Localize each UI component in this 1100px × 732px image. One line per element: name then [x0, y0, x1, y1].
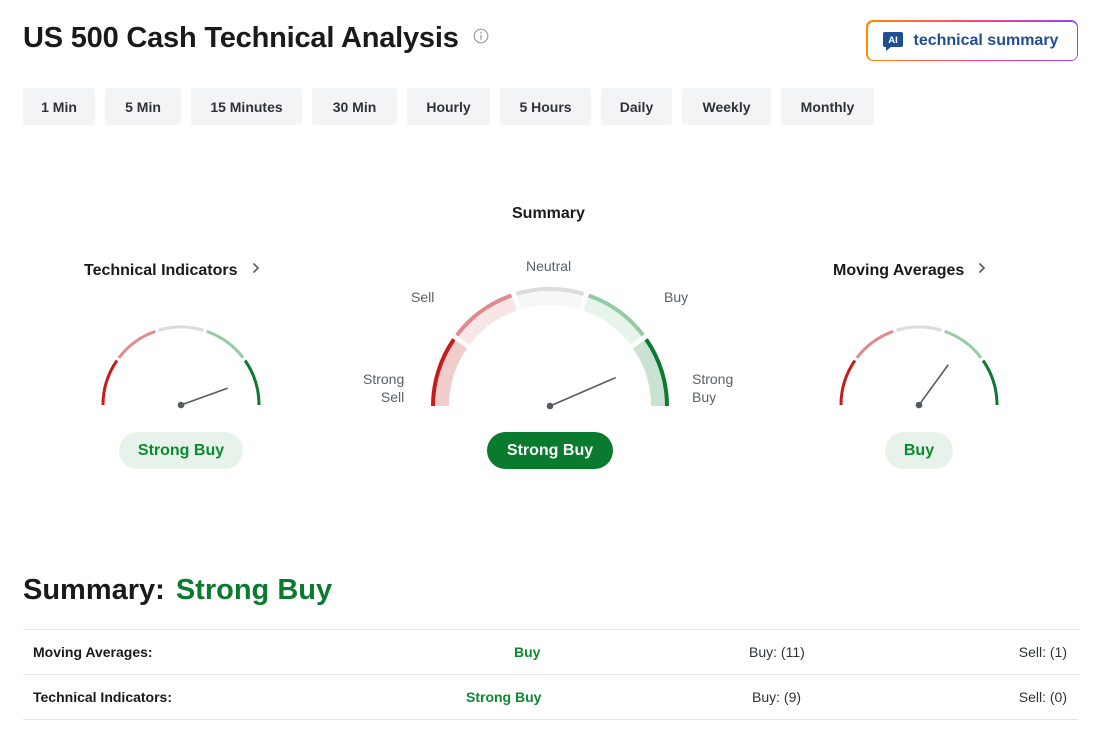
tab-hourly[interactable]: Hourly	[407, 88, 490, 125]
table-row: Moving Averages: Buy Buy: (11) Sell: (1)	[23, 630, 1078, 675]
ai-technical-summary-button[interactable]: AI technical summary	[866, 20, 1078, 61]
summary-gauge-title: Summary	[512, 205, 585, 222]
gauge-segment-fill-neutral	[516, 289, 584, 310]
gauge-segment-neutral	[896, 325, 942, 332]
gauge-segment-buy	[944, 329, 983, 359]
tab-daily[interactable]: Daily	[601, 88, 672, 125]
summary-table: Moving Averages: Buy Buy: (11) Sell: (1)…	[23, 629, 1078, 720]
gauge-needle-pivot	[546, 402, 554, 410]
summary-result-badge: Strong Buy	[487, 432, 613, 469]
moving-averages-title-text: Moving Averages	[833, 262, 965, 279]
row-buy-count: Buy: (9)	[752, 689, 802, 705]
tab-weekly[interactable]: Weekly	[682, 88, 771, 125]
gauge-segment-strong-sell	[839, 359, 857, 406]
gauge-label-neutral: Neutral	[526, 258, 572, 274]
tab-5-min[interactable]: 5 Min	[105, 88, 181, 125]
tab-1-min[interactable]: 1 Min	[23, 88, 95, 125]
technical-indicators-title-text: Technical Indicators	[84, 262, 238, 279]
tab-monthly[interactable]: Monthly	[781, 88, 874, 125]
tab-15-minutes[interactable]: 15 Minutes	[191, 88, 302, 125]
technical-indicators-title[interactable]: Technical Indicators	[84, 262, 260, 280]
gauge-segment-strong-buy	[981, 359, 999, 406]
tab-30-min[interactable]: 30 Min	[312, 88, 397, 125]
row-sell-count: Sell: (0)	[1018, 689, 1067, 705]
row-name: Moving Averages:	[33, 644, 153, 660]
gauge-needle-pivot	[177, 401, 185, 409]
gauge-segment-neutral	[158, 325, 204, 332]
gauge-segment-sell	[117, 329, 156, 359]
row-name: Technical Indicators:	[33, 689, 172, 705]
header: US 500 Cash Technical Analysis AI techni…	[23, 20, 1078, 62]
gauge-segment-buy	[206, 329, 245, 359]
gauge-needle	[549, 377, 616, 407]
info-icon[interactable]	[473, 28, 489, 44]
page-title: US 500 Cash Technical Analysis	[23, 22, 459, 54]
technical-indicators-gauge	[101, 325, 261, 409]
tab-5-hours[interactable]: 5 Hours	[500, 88, 591, 125]
gauge-segment-strong-sell	[101, 359, 119, 406]
row-sell-count: Sell: (1)	[1018, 644, 1067, 660]
ai-badge-text: AI	[888, 35, 898, 46]
ai-chat-icon: AI	[882, 31, 903, 51]
chevron-right-icon	[979, 262, 986, 274]
gauge-label-strong-sell: Strong Sell	[363, 371, 405, 405]
summary-heading-label: Summary:	[23, 574, 165, 606]
row-status: Buy	[514, 644, 541, 660]
gauge-needle	[918, 364, 949, 406]
summary-heading-value: Strong Buy	[175, 574, 333, 606]
gauge-needle	[180, 387, 228, 406]
summary-gauge	[431, 286, 669, 410]
timeframe-tabs: 1 Min 5 Min 15 Minutes 30 Min Hourly 5 H…	[23, 88, 884, 125]
row-status: Strong Buy	[466, 689, 542, 705]
row-buy-count: Buy: (11)	[749, 644, 805, 660]
summary-heading: Summary: Strong Buy	[23, 574, 332, 607]
chevron-right-icon	[252, 262, 259, 274]
moving-averages-result-badge: Buy	[885, 432, 953, 469]
gauge-label-strong-buy: Strong Buy	[692, 371, 734, 405]
gauge-segment-strong-buy	[243, 359, 261, 406]
gauge-segment-sell	[855, 329, 894, 359]
moving-averages-gauge	[839, 325, 999, 409]
ai-button-label: technical summary	[913, 31, 1059, 49]
technical-indicators-result-badge: Strong Buy	[119, 432, 243, 469]
gauges-section: Technical Indicators Strong Buy Summary …	[0, 190, 1100, 480]
moving-averages-title[interactable]: Moving Averages	[833, 262, 986, 280]
table-row: Technical Indicators: Strong Buy Buy: (9…	[23, 675, 1078, 720]
gauge-needle-pivot	[915, 401, 923, 409]
